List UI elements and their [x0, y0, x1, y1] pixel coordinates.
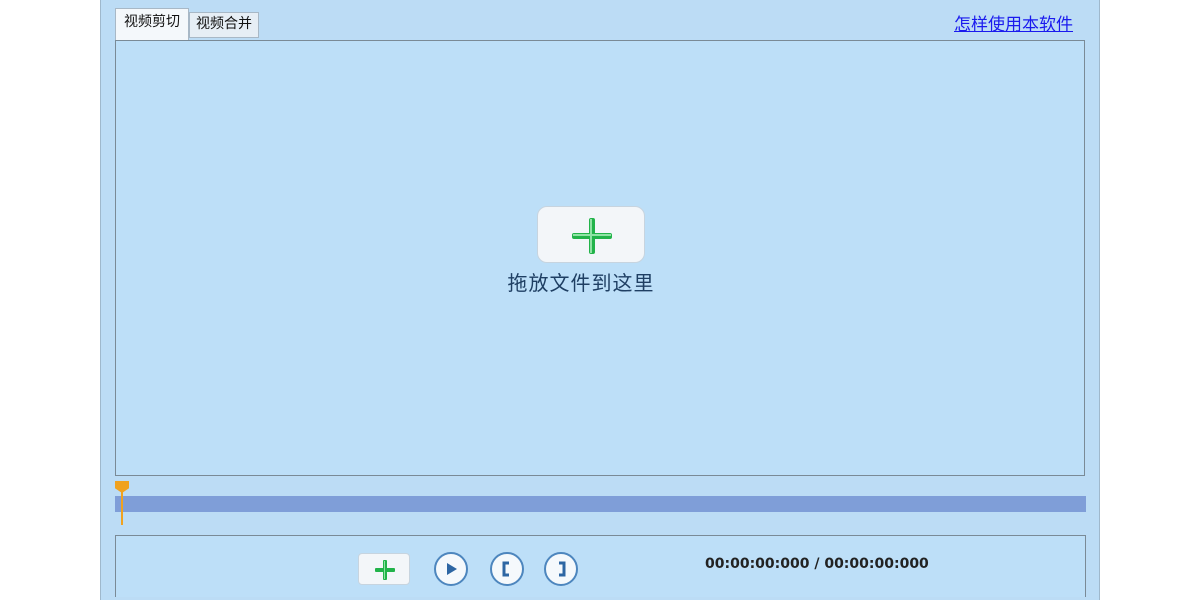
control-bar: 00:00:00:000 / 00:00:00:000	[115, 535, 1086, 597]
marker-line	[121, 491, 123, 525]
app-window: 视频剪切 视频合并 怎样使用本软件 拖放文件到这里 00:00:00:000 /…	[100, 0, 1100, 600]
add-plus-icon	[572, 218, 612, 254]
play-button[interactable]	[434, 552, 468, 586]
mark-out-button[interactable]	[544, 552, 578, 586]
file-drop-area[interactable]: 拖放文件到这里	[115, 40, 1085, 476]
timeline-marker[interactable]	[115, 481, 129, 525]
timeline-track[interactable]	[115, 496, 1086, 512]
bracket-left-icon	[502, 561, 509, 577]
bracket-right-icon	[559, 561, 566, 577]
add-plus-icon	[375, 560, 395, 580]
timecode-display: 00:00:00:000 / 00:00:00:000	[705, 556, 929, 572]
tab-video-cut[interactable]: 视频剪切	[115, 8, 189, 40]
drop-hint-text: 拖放文件到这里	[507, 271, 655, 295]
tab-video-merge[interactable]: 视频合并	[189, 12, 259, 38]
drop-center: 拖放文件到这里	[486, 201, 676, 301]
play-icon	[447, 563, 457, 575]
help-link[interactable]: 怎样使用本软件	[954, 10, 1073, 35]
add-file-button[interactable]	[537, 206, 645, 263]
mark-in-button[interactable]	[490, 552, 524, 586]
add-file-small-button[interactable]	[358, 553, 410, 585]
